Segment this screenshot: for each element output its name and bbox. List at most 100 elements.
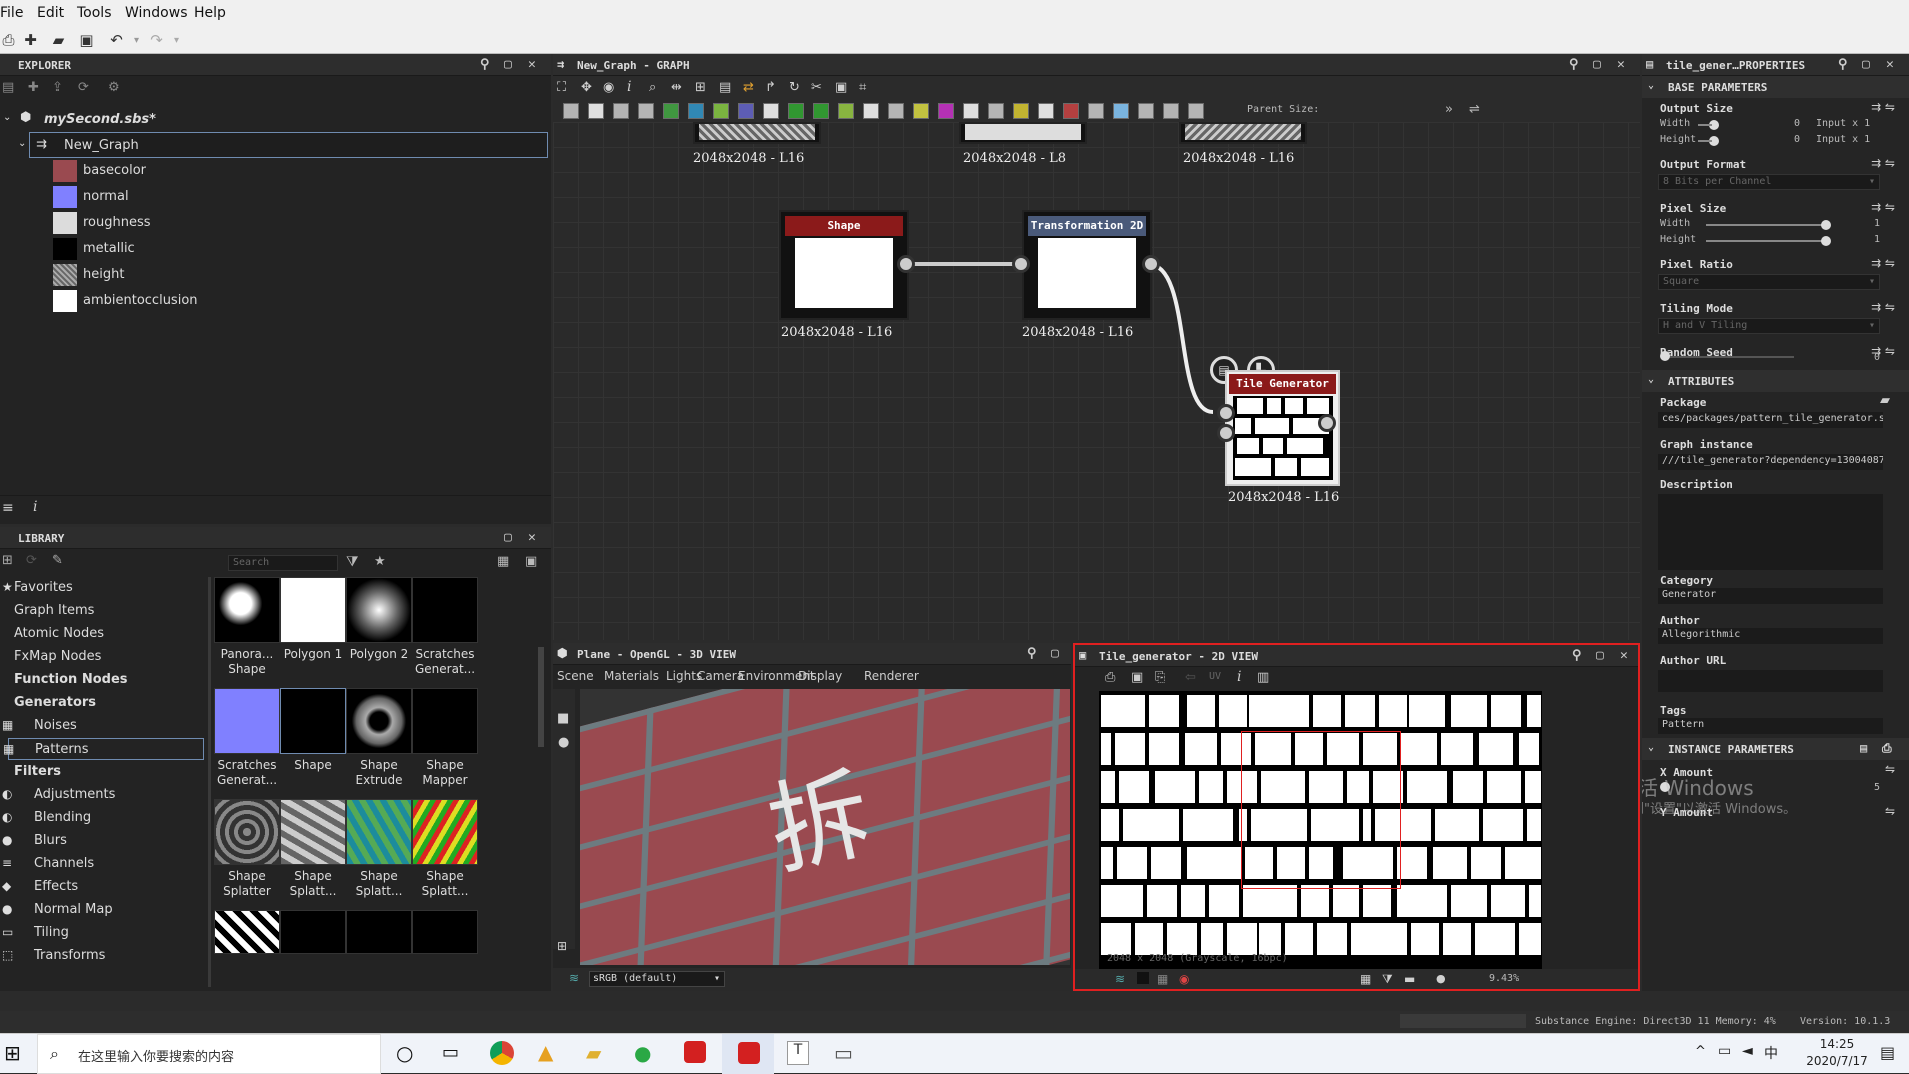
library-item-label[interactable]: Shape Mapper bbox=[415, 758, 475, 788]
windows-start-icon[interactable]: ⊞ bbox=[4, 1041, 21, 1065]
pixel-ratio-link-icons[interactable]: ⇉ ⇋ bbox=[1871, 256, 1895, 270]
graph-canvas[interactable]: 2048x2048 - L16 2048x2048 - L8 2048x2048… bbox=[553, 122, 1640, 640]
author-url-field[interactable] bbox=[1658, 670, 1883, 692]
remote-desktop-icon[interactable]: ▭ bbox=[834, 1041, 853, 1065]
library-category[interactable]: ★ Favorites bbox=[0, 577, 210, 599]
library-category[interactable]: ▭ Tiling bbox=[0, 922, 210, 944]
atomic-node-icon[interactable] bbox=[588, 103, 604, 119]
attributes-section[interactable]: ⌄ ATTRIBUTES bbox=[1642, 370, 1909, 392]
library-category[interactable]: ≡ Channels bbox=[0, 853, 210, 875]
atomic-node-icon[interactable] bbox=[1088, 103, 1104, 119]
output-item[interactable]: roughness bbox=[0, 210, 551, 236]
output-item[interactable]: basecolor bbox=[0, 158, 551, 184]
refresh-icon[interactable]: ⟳ bbox=[78, 80, 89, 95]
atomic-node-icon[interactable] bbox=[638, 103, 654, 119]
pin-icon[interactable]: ⚲ bbox=[1838, 57, 1848, 72]
shape-output-port[interactable] bbox=[897, 255, 915, 273]
export-icon[interactable]: ⎙ bbox=[1105, 670, 1115, 685]
atomic-node-icon[interactable] bbox=[788, 103, 804, 119]
chrome-icon[interactable] bbox=[490, 1041, 514, 1065]
atomic-node-icon[interactable] bbox=[838, 103, 854, 119]
menu-tools[interactable]: Tools bbox=[77, 5, 112, 21]
tile-input-port-2[interactable] bbox=[1217, 424, 1235, 442]
library-item-label[interactable]: Polygon 1 bbox=[283, 647, 343, 662]
library-category[interactable]: ▦ Patterns bbox=[3, 738, 204, 760]
library-item-label[interactable]: Scratches Generat... bbox=[217, 758, 277, 788]
redo-dropdown-icon[interactable]: ▾ bbox=[168, 32, 185, 49]
list-icon[interactable]: ≡ bbox=[2, 500, 14, 516]
library-item-thumbnail[interactable] bbox=[346, 799, 412, 865]
atomic-node-icon[interactable] bbox=[1038, 103, 1054, 119]
pixel-ratio-dropdown[interactable]: Square ▾ bbox=[1658, 274, 1880, 290]
view3d-menu-item[interactable]: Materials bbox=[604, 669, 659, 683]
atomic-node-icon[interactable] bbox=[938, 103, 954, 119]
library-category[interactable]: Generators bbox=[0, 692, 210, 714]
library-category[interactable]: ⬚ Transforms bbox=[0, 945, 210, 967]
atomic-node-icon[interactable] bbox=[863, 103, 879, 119]
x-amount-link-icons[interactable]: ⇋ bbox=[1885, 762, 1895, 776]
new-package-icon[interactable]: ⎙ bbox=[0, 32, 17, 49]
float-icon[interactable]: ▢ bbox=[1862, 57, 1870, 72]
copy-icon[interactable]: ⎘ bbox=[1155, 670, 1165, 685]
file-explorer-icon[interactable]: ▰ bbox=[586, 1041, 601, 1065]
library-item-thumbnail[interactable] bbox=[280, 577, 346, 643]
close-icon[interactable]: ✕ bbox=[528, 57, 536, 72]
back-icon[interactable]: ⇦ bbox=[1185, 670, 1196, 685]
tiling-mode-link-icons[interactable]: ⇉ ⇋ bbox=[1871, 300, 1895, 314]
atomic-node-icon[interactable] bbox=[613, 103, 629, 119]
library-item-thumbnail[interactable] bbox=[214, 910, 280, 954]
float-icon[interactable]: ▢ bbox=[504, 530, 512, 545]
float-icon[interactable]: ▢ bbox=[1593, 57, 1601, 72]
library-item-thumbnail[interactable] bbox=[412, 577, 478, 643]
wechat-icon[interactable]: ● bbox=[634, 1041, 651, 1065]
transformation-2d-node[interactable]: Transformation 2D bbox=[1022, 210, 1152, 320]
link-icon[interactable]: ⇄ bbox=[743, 80, 754, 95]
tree-icon[interactable]: ⊞ bbox=[2, 553, 13, 568]
grid-icon[interactable]: ▦ bbox=[1360, 972, 1371, 986]
new-icon[interactable]: ▤ bbox=[2, 80, 14, 95]
library-item-label[interactable]: Shape Splatt... bbox=[283, 869, 343, 899]
atomic-node-icon[interactable] bbox=[888, 103, 904, 119]
library-item-thumbnail[interactable] bbox=[346, 577, 412, 643]
settings-icon[interactable]: ⚙ bbox=[108, 80, 120, 95]
library-category[interactable]: Graph Items bbox=[0, 600, 210, 622]
instance-parameters-section[interactable]: ⌄ INSTANCE PARAMETERS ▤ ⎙ bbox=[1642, 738, 1909, 760]
library-category[interactable]: ▦ Noises bbox=[0, 715, 210, 737]
library-category[interactable]: Filters bbox=[0, 761, 210, 783]
clock-time[interactable]: 14:25 bbox=[1802, 1037, 1872, 1051]
atomic-node-icon[interactable] bbox=[963, 103, 979, 119]
substance-icon[interactable] bbox=[684, 1041, 706, 1063]
undo-dropdown-icon[interactable]: ▾ bbox=[128, 32, 145, 49]
library-item-thumbnail[interactable] bbox=[280, 799, 346, 865]
camera-icon[interactable]: ■ bbox=[557, 711, 569, 726]
library-splitter[interactable] bbox=[208, 577, 211, 987]
library-category[interactable]: Function Nodes bbox=[0, 669, 210, 691]
menu-file[interactable]: File bbox=[0, 5, 23, 21]
grid-view-icon[interactable]: ▦ bbox=[497, 554, 509, 569]
network-icon[interactable]: ▭ bbox=[1718, 1043, 1731, 1059]
library-category[interactable]: ◐ Blending bbox=[0, 807, 210, 829]
package-row[interactable]: ⌄ ⬢ mySecond.sbs* bbox=[0, 107, 551, 133]
library-item-label[interactable]: Shape Splatt... bbox=[415, 869, 475, 899]
layout-icon[interactable]: ⊞ bbox=[695, 80, 706, 95]
menu-help[interactable]: Help bbox=[194, 5, 226, 21]
atomic-node-icon[interactable] bbox=[738, 103, 754, 119]
menu-edit[interactable]: Edit bbox=[37, 5, 64, 21]
export-preset-icon[interactable]: ⎙ bbox=[1882, 741, 1892, 756]
output-format-dropdown[interactable]: 8 Bits per Channel ▾ bbox=[1658, 174, 1880, 190]
atomic-node-icon[interactable] bbox=[1113, 103, 1129, 119]
float-view-icon[interactable]: ▣ bbox=[525, 554, 537, 569]
atomic-node-icon[interactable] bbox=[563, 103, 579, 119]
library-category[interactable]: ● Normal Map bbox=[0, 899, 210, 921]
output-item[interactable]: normal bbox=[0, 184, 551, 210]
ps-height-slider[interactable] bbox=[1821, 236, 1831, 246]
search-icon[interactable]: ⌕ bbox=[649, 80, 656, 95]
library-item-thumbnail[interactable] bbox=[412, 799, 478, 865]
view3d-viewport[interactable]: 拆 bbox=[580, 689, 1070, 965]
frame-icon[interactable]: ⛶ bbox=[557, 80, 566, 95]
atomic-node-icon[interactable] bbox=[1138, 103, 1154, 119]
edit-icon[interactable]: ✎ bbox=[52, 553, 63, 568]
atomic-node-icon[interactable] bbox=[813, 103, 829, 119]
preset-icon[interactable]: ▤ bbox=[1860, 741, 1867, 755]
atomic-node-icon[interactable] bbox=[1013, 103, 1029, 119]
